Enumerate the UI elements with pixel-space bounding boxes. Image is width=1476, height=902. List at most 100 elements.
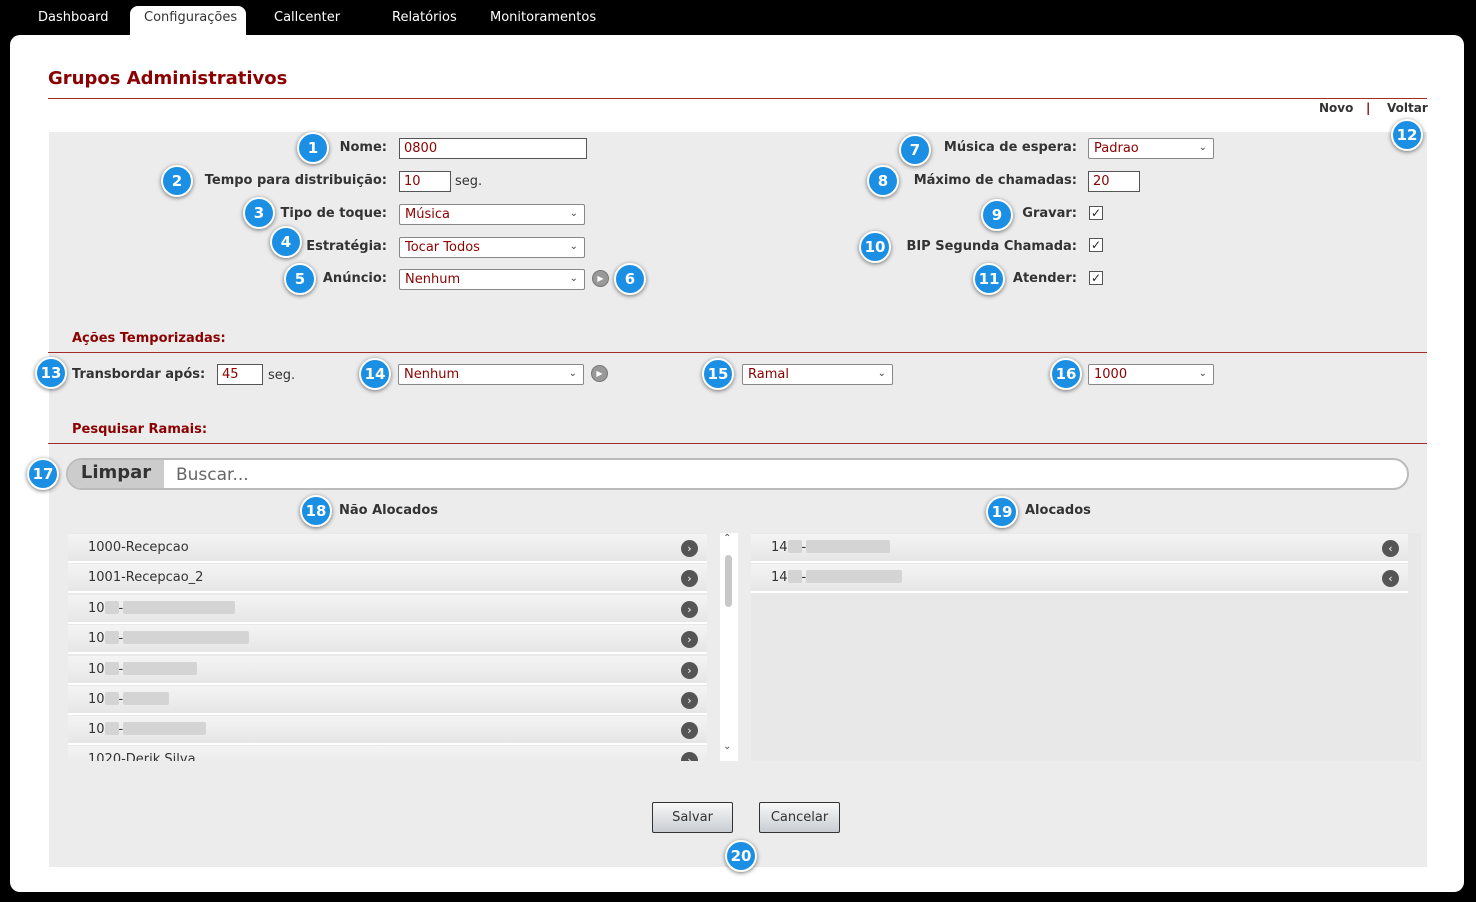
list-item-label: 10 xyxy=(88,631,105,646)
alocados-list[interactable]: 14- ‹ 14- ‹ xyxy=(751,533,1421,761)
anuncio-label: Anúncio: xyxy=(322,271,387,286)
nome-input[interactable] xyxy=(399,138,587,159)
tipo-toque-select[interactable]: Música ⌄ xyxy=(399,204,585,225)
acoes-divider xyxy=(48,352,1427,353)
tipo-toque-value: Música xyxy=(405,207,450,222)
list-item[interactable]: 10- › xyxy=(68,656,707,685)
list-item[interactable]: 1020-Derik Silva › xyxy=(68,746,707,761)
callout-badge: 2 xyxy=(161,165,193,197)
callout-badge: 13 xyxy=(35,357,67,389)
callout-badge: 14 xyxy=(359,358,391,390)
list-item[interactable]: 1000-Recepcao › xyxy=(68,534,707,563)
acao-audio-value: Nenhum xyxy=(404,367,460,382)
list-item-label: 14 xyxy=(771,540,788,555)
list-item[interactable]: 10- › xyxy=(68,686,707,715)
callout-badge: 12 xyxy=(1391,119,1423,151)
list-item[interactable]: 1001-Recepcao_2 › xyxy=(68,564,707,593)
callout-badge: 20 xyxy=(725,840,757,872)
transbordar-unit: seg. xyxy=(268,368,296,383)
tempo-label: Tempo para distribuição: xyxy=(204,173,387,188)
anuncio-select[interactable]: Nenhum ⌄ xyxy=(399,269,585,290)
list-item[interactable]: 14- ‹ xyxy=(751,564,1408,593)
tipo-toque-label: Tipo de toque: xyxy=(280,206,387,221)
callout-badge: 6 xyxy=(614,263,646,295)
bip-checkbox[interactable]: ✓ xyxy=(1089,238,1103,252)
callout-badge: 10 xyxy=(859,231,891,263)
list-item[interactable]: 10- › xyxy=(68,716,707,745)
checkmark-icon: ✓ xyxy=(1090,238,1102,252)
scrollbar-thumb[interactable] xyxy=(725,555,732,607)
scroll-down-icon[interactable]: ⌄ xyxy=(723,741,731,752)
callout-badge: 5 xyxy=(284,263,316,295)
atender-checkbox[interactable]: ✓ xyxy=(1089,271,1103,285)
list-item-label: 1001-Recepcao_2 xyxy=(88,570,204,585)
checkmark-icon: ✓ xyxy=(1090,271,1102,285)
tab-monitoramentos[interactable]: Monitoramentos xyxy=(476,6,610,34)
save-button[interactable]: Salvar xyxy=(652,802,733,833)
play-icon[interactable]: ▶ xyxy=(592,270,609,287)
chevron-down-icon: ⌄ xyxy=(569,241,578,252)
scroll-up-icon[interactable]: ⌃ xyxy=(723,533,731,544)
callout-badge: 7 xyxy=(899,134,931,166)
acao-audio-select[interactable]: Nenhum ⌄ xyxy=(398,364,584,385)
search-input[interactable] xyxy=(176,465,1376,485)
list-item-label: 10 xyxy=(88,601,105,616)
chevron-down-icon: ⌄ xyxy=(1198,142,1207,153)
tab-configuracoes[interactable]: Configurações xyxy=(130,6,246,36)
arrow-right-icon[interactable]: › xyxy=(681,601,698,618)
arrow-right-icon[interactable]: › xyxy=(681,752,698,761)
list-item-label: 10 xyxy=(88,662,105,677)
callout-badge: 9 xyxy=(981,199,1013,231)
estrategia-label: Estratégia: xyxy=(306,239,387,254)
nao-alocados-list[interactable]: 1000-Recepcao › 1001-Recepcao_2 › 10- › … xyxy=(68,533,707,761)
arrow-left-icon[interactable]: ‹ xyxy=(1382,570,1399,587)
estrategia-value: Tocar Todos xyxy=(405,240,480,255)
max-chamadas-input[interactable] xyxy=(1088,171,1140,192)
list-item[interactable]: 10- › xyxy=(68,625,707,654)
list-item-label: 14 xyxy=(771,570,788,585)
tab-relatorios[interactable]: Relatórios xyxy=(378,6,471,34)
pesquisa-section-title: Pesquisar Ramais: xyxy=(72,422,208,437)
cancel-button[interactable]: Cancelar xyxy=(759,802,840,833)
list-item[interactable]: 10- › xyxy=(68,595,707,624)
tab-callcenter[interactable]: Callcenter xyxy=(260,6,354,34)
destino-tipo-select[interactable]: Ramal ⌄ xyxy=(742,364,893,385)
chevron-down-icon: ⌄ xyxy=(569,273,578,284)
chevron-down-icon: ⌄ xyxy=(877,368,886,379)
callout-badge: 3 xyxy=(243,197,275,229)
estrategia-select[interactable]: Tocar Todos ⌄ xyxy=(399,237,585,258)
arrow-right-icon[interactable]: › xyxy=(681,540,698,557)
arrow-right-icon[interactable]: › xyxy=(681,631,698,648)
alocados-header: Alocados xyxy=(1025,503,1091,518)
arrow-right-icon[interactable]: › xyxy=(681,692,698,709)
clear-button[interactable]: Limpar xyxy=(68,460,164,488)
novo-link[interactable]: Novo xyxy=(1319,101,1353,115)
voltar-link[interactable]: Voltar xyxy=(1387,101,1428,115)
destino-valor-select[interactable]: 1000 ⌄ xyxy=(1088,364,1214,385)
callout-badge: 11 xyxy=(973,263,1005,295)
play-icon[interactable]: ▶ xyxy=(591,365,608,382)
list-item-label: 10 xyxy=(88,692,105,707)
nao-alocados-header: Não Alocados xyxy=(339,503,439,518)
arrow-right-icon[interactable]: › xyxy=(681,722,698,739)
list-item-label: 1020-Derik Silva xyxy=(88,752,196,761)
tab-dashboard[interactable]: Dashboard xyxy=(24,6,123,34)
tempo-unit: seg. xyxy=(455,174,483,189)
musica-espera-label: Música de espera: xyxy=(943,140,1077,155)
atender-label: Atender: xyxy=(1012,271,1077,286)
top-navigation: Dashboard Configurações Callcenter Relat… xyxy=(0,0,1476,36)
musica-espera-select[interactable]: Padrao ⌄ xyxy=(1088,138,1214,159)
list-scrollbar[interactable]: ⌃ ⌄ xyxy=(720,533,738,761)
callout-badge: 17 xyxy=(27,458,59,490)
callout-badge: 19 xyxy=(986,496,1018,528)
list-item[interactable]: 14- ‹ xyxy=(751,534,1408,563)
arrow-right-icon[interactable]: › xyxy=(681,662,698,679)
destino-valor-value: 1000 xyxy=(1094,367,1128,382)
transbordar-input[interactable] xyxy=(217,364,263,385)
arrow-right-icon[interactable]: › xyxy=(681,570,698,587)
gravar-checkbox[interactable]: ✓ xyxy=(1089,206,1103,220)
nome-label: Nome: xyxy=(339,140,387,155)
arrow-left-icon[interactable]: ‹ xyxy=(1382,540,1399,557)
callout-badge: 1 xyxy=(297,132,329,164)
tempo-input[interactable] xyxy=(399,171,451,192)
